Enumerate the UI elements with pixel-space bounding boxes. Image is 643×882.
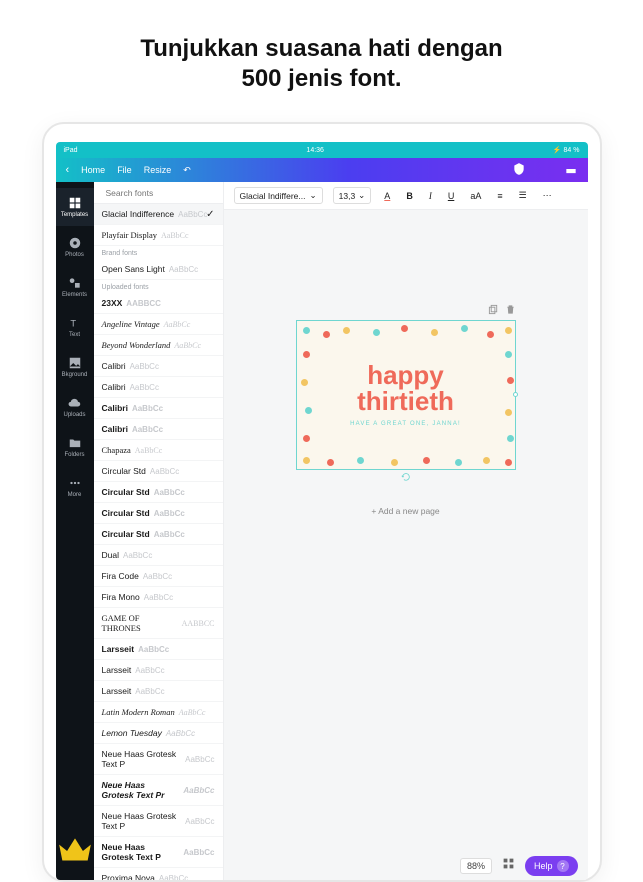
font-item[interactable]: CalibriAaBbCc xyxy=(94,398,223,419)
artboard-tools xyxy=(488,302,516,320)
tab-photos[interactable]: Photos xyxy=(56,228,94,266)
font-item[interactable]: Fira MonoAaBbCc xyxy=(94,587,223,608)
delete-page-icon[interactable] xyxy=(505,302,516,320)
templates-icon xyxy=(68,196,82,210)
font-item[interactable]: Neue Haas Grotesk Text PAaBbCc xyxy=(94,837,223,868)
bottom-bar: 88% Help ? xyxy=(450,852,588,880)
help-button[interactable]: Help ? xyxy=(525,856,578,876)
font-item[interactable]: LarsseitAaBbCc xyxy=(94,639,223,660)
font-list[interactable]: Glacial IndifferenceAaBbCc✓Playfair Disp… xyxy=(94,204,223,880)
svg-text:T: T xyxy=(70,319,76,329)
font-item[interactable]: LarsseitAaBbCc xyxy=(94,660,223,681)
download-icon[interactable] xyxy=(538,162,552,178)
top-menu-bar: ‹ Home File Resize ↶ xyxy=(56,158,588,182)
alignment-button[interactable]: ≡ xyxy=(494,189,505,203)
menu-file[interactable]: File xyxy=(117,165,132,175)
side-tabs: Templates Photos Elements T Text Bkgroun… xyxy=(56,182,94,880)
clock: 14:36 xyxy=(306,147,324,154)
font-item[interactable]: LarsseitAaBbCc xyxy=(94,681,223,702)
font-panel: Glacial IndifferenceAaBbCc✓Playfair Disp… xyxy=(94,182,224,880)
font-item[interactable]: Fira CodeAaBbCc xyxy=(94,566,223,587)
font-item[interactable]: Lemon TuesdayAaBbCc xyxy=(94,723,223,744)
chevron-down-icon: ⌄ xyxy=(310,190,317,201)
hero-banner: Tunjukkan suasana hati dengan 500 jenis … xyxy=(0,0,643,122)
tab-templates[interactable]: Templates xyxy=(56,188,94,226)
share-icon[interactable] xyxy=(564,162,578,178)
case-button[interactable]: aA xyxy=(467,189,484,203)
duplicate-page-icon[interactable] xyxy=(488,302,499,320)
bold-button[interactable]: B xyxy=(403,189,416,203)
font-item[interactable]: GAME OF THRONESAABBCC xyxy=(94,608,223,639)
italic-button[interactable]: I xyxy=(426,189,435,203)
tab-text[interactable]: T Text xyxy=(56,308,94,346)
tab-more[interactable]: More xyxy=(56,468,94,506)
folders-icon xyxy=(68,436,82,450)
font-item[interactable]: Latin Modern RomanAaBbCc xyxy=(94,702,223,723)
font-dropdown[interactable]: Glacial Indiffere... ⌄ xyxy=(234,187,323,204)
font-item[interactable]: 23XXAABBCC xyxy=(94,293,223,314)
tab-uploads[interactable]: Uploads xyxy=(56,388,94,426)
rotate-handle[interactable] xyxy=(401,469,411,487)
text-icon: T xyxy=(68,316,82,330)
list-button[interactable]: ☰ xyxy=(516,188,530,203)
text-toolbar: Glacial Indiffere... ⌄ 13,3 ⌄ A B I U aA… xyxy=(224,182,588,210)
font-item[interactable]: DualAaBbCc xyxy=(94,545,223,566)
underline-button[interactable]: U xyxy=(445,189,458,203)
resize-handle[interactable] xyxy=(513,392,518,397)
font-search-row xyxy=(94,182,223,204)
grid-view-icon[interactable] xyxy=(502,857,515,875)
elements-icon xyxy=(68,276,82,290)
add-page-button[interactable]: + Add a new page xyxy=(296,506,516,516)
chevron-down-icon: ⌄ xyxy=(358,190,365,201)
font-item[interactable]: Playfair DisplayAaBbCc xyxy=(94,225,223,246)
font-item[interactable]: ChapazaAaBbCc xyxy=(94,440,223,461)
font-item[interactable]: Circular StdAaBbCc xyxy=(94,524,223,545)
font-item[interactable]: CalibriAaBbCc xyxy=(94,377,223,398)
artboard-wrapper: happythirtieth HAVE A GREAT ONE, JANNA! … xyxy=(296,320,516,516)
canvas[interactable]: happythirtieth HAVE A GREAT ONE, JANNA! … xyxy=(224,210,588,880)
undo-icon[interactable]: ↶ xyxy=(183,165,191,176)
battery-pct: ⚡ 84 % xyxy=(553,146,580,154)
hero-title: Tunjukkan suasana hati dengan 500 jenis … xyxy=(40,34,603,94)
tab-elements[interactable]: Elements xyxy=(56,268,94,306)
canvas-area: Glacial Indiffere... ⌄ 13,3 ⌄ A B I U aA… xyxy=(224,182,588,880)
font-search-input[interactable] xyxy=(106,188,217,198)
menu-resize[interactable]: Resize xyxy=(144,165,172,175)
font-item[interactable]: Circular StdAaBbCc xyxy=(94,482,223,503)
design-card[interactable]: happythirtieth HAVE A GREAT ONE, JANNA! xyxy=(296,320,516,470)
background-icon xyxy=(68,356,82,370)
device-label: iPad xyxy=(64,147,78,154)
zoom-level[interactable]: 88% xyxy=(460,858,492,874)
font-color-button[interactable]: A xyxy=(381,189,393,203)
photos-icon xyxy=(68,236,82,250)
menu-home[interactable]: Home xyxy=(81,165,105,175)
tab-folders[interactable]: Folders xyxy=(56,428,94,466)
font-item[interactable]: CalibriAaBbCc xyxy=(94,356,223,377)
font-item[interactable]: Neue Haas Grotesk Text PrAaBbCc xyxy=(94,775,223,806)
uploads-icon xyxy=(68,396,82,410)
crown-icon[interactable] xyxy=(56,832,94,870)
publish-icon[interactable] xyxy=(512,162,526,178)
font-item[interactable]: Glacial IndifferenceAaBbCc✓ xyxy=(94,204,223,225)
status-bar: iPad 14:36 ⚡ 84 % xyxy=(56,142,588,158)
font-size-dropdown[interactable]: 13,3 ⌄ xyxy=(333,187,372,204)
font-item[interactable]: Beyond WonderlandAaBbCc xyxy=(94,335,223,356)
font-item[interactable]: Neue Haas Grotesk Text PAaBbCc xyxy=(94,744,223,775)
font-item[interactable]: Circular StdAaBbCc xyxy=(94,461,223,482)
font-item[interactable]: Open Sans LightAaBbCc xyxy=(94,259,223,280)
back-icon[interactable]: ‹ xyxy=(66,164,70,176)
font-item[interactable]: Proxima NovaAaBbCc xyxy=(94,868,223,880)
app-screen: iPad 14:36 ⚡ 84 % ‹ Home File Resize ↶ xyxy=(56,142,588,880)
confetti-dots xyxy=(297,321,515,469)
tab-background[interactable]: Bkground xyxy=(56,348,94,386)
font-item[interactable]: Angeline VintageAaBbCc xyxy=(94,314,223,335)
font-item[interactable]: CalibriAaBbCc xyxy=(94,419,223,440)
more-icon xyxy=(68,476,82,490)
tablet-frame: iPad 14:36 ⚡ 84 % ‹ Home File Resize ↶ xyxy=(42,122,602,882)
font-item[interactable]: Neue Haas Grotesk Text PAaBbCc xyxy=(94,806,223,837)
more-text-button[interactable]: ⋯ xyxy=(540,188,555,203)
font-item[interactable]: Circular StdAaBbCc xyxy=(94,503,223,524)
